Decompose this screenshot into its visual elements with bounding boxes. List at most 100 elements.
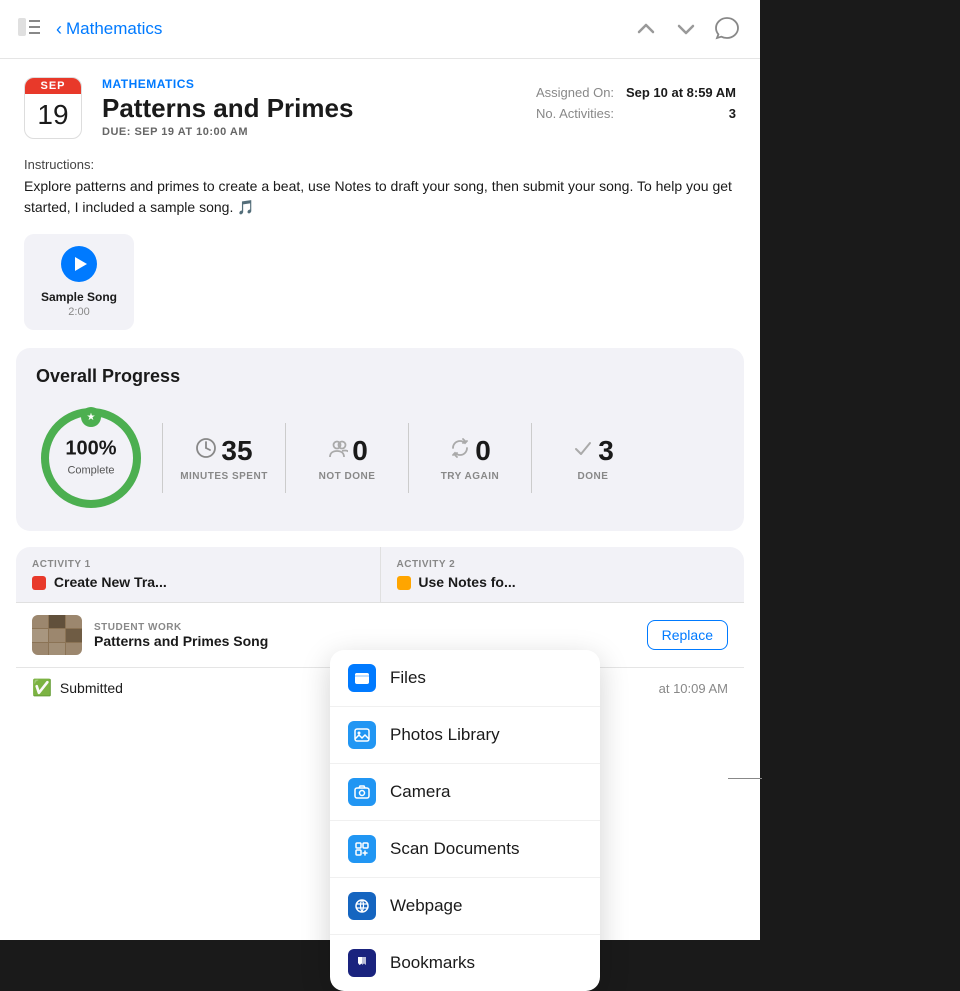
stat-divider-2 [285, 423, 286, 493]
activity-2-label: ACTIVITY 2 [397, 559, 729, 570]
activities-count-label: No. Activities: [536, 106, 614, 121]
nav-down-button[interactable] [672, 15, 700, 43]
completion-percentage: 100% [65, 438, 116, 461]
subject-label: MATHEMATICS [102, 77, 516, 91]
photos-label: Photos Library [390, 725, 500, 745]
instructions-label: Instructions: [24, 157, 736, 172]
try-again-value: 0 [475, 435, 491, 467]
minutes-label: MINUTES SPENT [180, 471, 268, 482]
activities-count-row: No. Activities: 3 [536, 106, 736, 121]
done-stat: 3 DONE [548, 435, 638, 482]
assigned-on-row: Assigned On: Sep 10 at 8:59 AM [536, 85, 736, 100]
circle-text: 100% Complete [65, 438, 116, 479]
activities-count-value: 3 [729, 106, 736, 121]
back-button[interactable]: ‹ Mathematics [56, 19, 162, 40]
camera-label: Camera [390, 782, 450, 802]
due-date: DUE: SEP 19 AT 10:00 AM [102, 126, 516, 138]
menu-item-scan[interactable]: Scan Documents [330, 821, 600, 878]
activity-2-card[interactable]: ACTIVITY 2 Use Notes fo... [381, 547, 745, 602]
checkmark-icon [572, 437, 594, 464]
try-again-label: TRY AGAIN [441, 471, 500, 482]
done-label: DONE [578, 471, 609, 482]
assignment-header: SEP 19 MATHEMATICS Patterns and Primes D… [0, 59, 760, 149]
not-done-label: NOT DONE [319, 471, 376, 482]
minutes-icon-num: 35 [195, 435, 252, 467]
menu-item-photos[interactable]: Photos Library [330, 707, 600, 764]
minutes-value: 35 [221, 435, 252, 467]
sample-song-card[interactable]: Sample Song 2:00 [24, 234, 134, 330]
student-work-thumbnail [32, 615, 82, 655]
files-icon [348, 664, 376, 692]
webpage-label: Webpage [390, 896, 462, 916]
camera-icon [348, 778, 376, 806]
instructions-text: Explore patterns and primes to create a … [24, 176, 736, 218]
comment-button[interactable] [712, 14, 742, 44]
assignment-info: MATHEMATICS Patterns and Primes DUE: SEP… [102, 77, 516, 139]
calendar-day: 19 [25, 94, 81, 132]
media-card-title: Sample Song [41, 290, 117, 304]
nav-bar: ‹ Mathematics [0, 0, 760, 59]
progress-section: Overall Progress ★ 100% Complete [16, 348, 744, 531]
webpage-icon [348, 892, 376, 920]
student-work-label: STUDENT WORK [94, 622, 635, 633]
completion-circle: ★ 100% Complete [36, 403, 146, 513]
submitted-time: at 10:09 AM [659, 681, 728, 696]
assignment-meta: Assigned On: Sep 10 at 8:59 AM No. Activ… [536, 77, 736, 139]
photos-icon [348, 721, 376, 749]
assigned-on-label: Assigned On: [536, 85, 614, 100]
done-value: 3 [598, 435, 614, 467]
progress-title: Overall Progress [36, 366, 724, 387]
activity-2-title: Use Notes fo... [418, 574, 515, 590]
assigned-on-value: Sep 10 at 8:59 AM [626, 85, 736, 100]
activity-1-label: ACTIVITY 1 [32, 559, 364, 570]
media-card-duration: 2:00 [68, 306, 89, 318]
minutes-spent-stat: 35 MINUTES SPENT [179, 435, 269, 482]
play-triangle-icon [75, 257, 87, 271]
nav-up-button[interactable] [632, 15, 660, 43]
activities-row: ACTIVITY 1 Create New Tra... ACTIVITY 2 … [16, 547, 744, 603]
scan-icon [348, 835, 376, 863]
play-button[interactable] [61, 246, 97, 282]
connector-line [728, 778, 762, 779]
try-again-stat: 0 TRY AGAIN [425, 435, 515, 482]
back-label: Mathematics [66, 19, 162, 39]
scan-label: Scan Documents [390, 839, 519, 859]
activity-2-icon [397, 576, 411, 590]
not-done-stat: 0 NOT DONE [302, 435, 392, 482]
stat-divider-3 [408, 423, 409, 493]
menu-item-bookmarks[interactable]: Bookmarks [330, 935, 600, 991]
activity-1-title: Create New Tra... [54, 574, 167, 590]
bookmarks-label: Bookmarks [390, 953, 475, 973]
student-work-info: STUDENT WORK Patterns and Primes Song [94, 622, 635, 649]
calendar-month: SEP [25, 78, 81, 94]
person-icon [326, 437, 348, 464]
assignment-title: Patterns and Primes [102, 93, 516, 124]
submitted-check-icon: ✅ [32, 678, 52, 698]
nav-actions [632, 14, 742, 44]
activity-1-icon [32, 576, 46, 590]
calendar-icon: SEP 19 [24, 77, 82, 139]
activity-1-name: Create New Tra... [32, 574, 364, 590]
menu-item-webpage[interactable]: Webpage [330, 878, 600, 935]
submitted-text: Submitted [60, 680, 123, 696]
stat-divider-1 [162, 423, 163, 493]
stat-divider-4 [531, 423, 532, 493]
activity-2-name: Use Notes fo... [397, 574, 729, 590]
completion-label: Complete [67, 465, 114, 477]
done-icon-num: 3 [572, 435, 614, 467]
star-badge: ★ [81, 407, 101, 427]
student-work-title: Patterns and Primes Song [94, 633, 635, 649]
not-done-value: 0 [352, 435, 368, 467]
activity-1-card[interactable]: ACTIVITY 1 Create New Tra... [16, 547, 381, 602]
replace-button[interactable]: Replace [647, 620, 728, 650]
back-chevron-icon: ‹ [56, 19, 62, 40]
right-panel [760, 0, 960, 940]
media-card-section: Sample Song 2:00 [0, 230, 760, 348]
menu-item-camera[interactable]: Camera [330, 764, 600, 821]
bookmarks-icon [348, 949, 376, 977]
not-done-icon-num: 0 [326, 435, 368, 467]
sidebar-toggle-button[interactable] [18, 18, 46, 40]
menu-item-files[interactable]: Files [330, 650, 600, 707]
refresh-icon [449, 437, 471, 464]
files-label: Files [390, 668, 426, 688]
